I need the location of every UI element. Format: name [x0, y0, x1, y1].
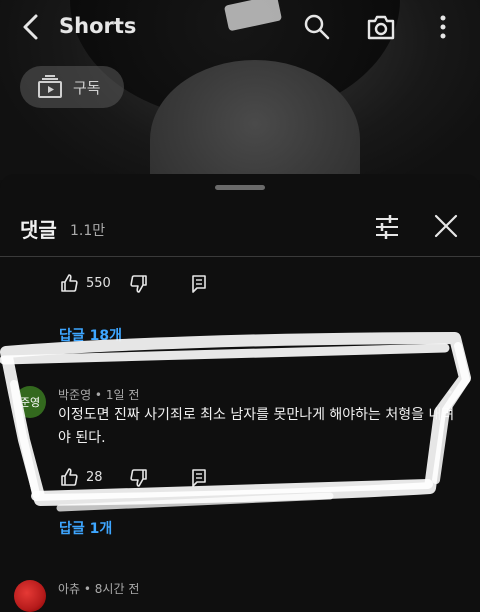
avatar[interactable]: 준영: [14, 386, 46, 418]
search-icon[interactable]: [304, 14, 330, 40]
like-button[interactable]: 28: [60, 468, 103, 486]
drag-handle[interactable]: [215, 185, 265, 190]
page-title: Shorts: [59, 14, 137, 38]
comments-count: 1.1만: [70, 223, 106, 239]
subscribe-label: 구독: [73, 78, 101, 97]
filter-sliders-icon[interactable]: [374, 214, 400, 240]
top-bar: Shorts: [0, 0, 480, 56]
reply-comment-icon[interactable]: [191, 275, 207, 293]
close-icon[interactable]: [434, 214, 458, 238]
comment-author-time: 아츄 • 8시간 전: [58, 582, 140, 596]
comment-text: 이정도면 진짜 사기죄로 최소 남자를 못만나게 해야하는 처형을 내려야 된다…: [58, 407, 455, 446]
thumbs-down-icon[interactable]: [130, 469, 148, 487]
subscriptions-icon: [38, 75, 62, 98]
thumbs-up-icon: [61, 468, 78, 486]
thumbs-up-icon: [61, 274, 78, 292]
like-count: 28: [86, 469, 103, 485]
like-count: 550: [86, 275, 111, 291]
replies-link[interactable]: 답글 18개: [59, 325, 122, 345]
reply-comment-icon[interactable]: [191, 469, 207, 487]
comment-author-time: 박준영 • 1일 전: [58, 388, 140, 402]
comments-sheet: 댓글 1.1만 550 답글 18개 준영 박준영 • 1일 전 이정도면 진짜…: [0, 174, 480, 612]
header-divider: [0, 256, 480, 257]
replies-link[interactable]: 답글 1개: [59, 518, 112, 538]
camera-icon[interactable]: [366, 13, 396, 41]
subscribe-button[interactable]: 구독: [20, 66, 124, 108]
avatar[interactable]: [14, 580, 46, 612]
comments-title: 댓글: [20, 218, 57, 242]
more-vert-icon[interactable]: [438, 14, 448, 40]
like-button[interactable]: 550: [60, 274, 111, 292]
back-arrow-icon[interactable]: [18, 12, 44, 42]
thumbs-down-icon[interactable]: [130, 275, 148, 293]
